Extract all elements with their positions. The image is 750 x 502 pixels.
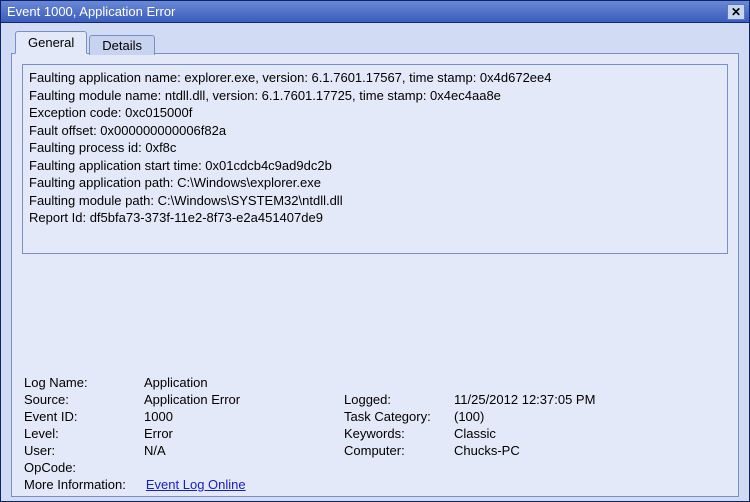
label-more-info: More Information: (24, 477, 126, 492)
opcode-row: OpCode: (24, 460, 728, 475)
more-info-row: More Information: Event Log Online (24, 477, 728, 492)
value-logged: 11/25/2012 12:37:05 PM (454, 392, 654, 407)
label-computer: Computer: (344, 443, 454, 458)
client-area: General Details Faulting application nam… (1, 23, 749, 501)
tab-general[interactable]: General (15, 31, 87, 54)
label-log-name: Log Name: (24, 375, 144, 390)
label-source: Source: (24, 392, 144, 407)
value-user: N/A (144, 443, 344, 458)
event-log-online-link[interactable]: Event Log Online (146, 477, 246, 492)
value-level: Error (144, 426, 344, 441)
value-log-name: Application (144, 375, 344, 390)
value-source: Application Error (144, 392, 344, 407)
window-title: Event 1000, Application Error (7, 4, 175, 19)
property-grid: Log Name: Application Source: Applicatio… (24, 375, 728, 458)
close-icon: ✕ (731, 6, 741, 18)
event-properties-window: Event 1000, Application Error ✕ General … (0, 0, 750, 502)
value-event-id: 1000 (144, 409, 344, 424)
close-button[interactable]: ✕ (727, 4, 745, 20)
value-computer: Chucks-PC (454, 443, 654, 458)
tabstrip: General Details (15, 29, 739, 53)
label-level: Level: (24, 426, 144, 441)
event-description-box[interactable]: Faulting application name: explorer.exe,… (22, 64, 728, 254)
value-task-category: (100) (454, 409, 654, 424)
tab-details[interactable]: Details (89, 35, 155, 55)
tab-details-label: Details (102, 38, 142, 53)
tab-general-label: General (28, 35, 74, 50)
event-description-text: Faulting application name: explorer.exe,… (29, 70, 552, 225)
tabpage-general: Faulting application name: explorer.exe,… (11, 53, 739, 497)
titlebar: Event 1000, Application Error ✕ (1, 1, 749, 23)
value-keywords: Classic (454, 426, 654, 441)
label-user: User: (24, 443, 144, 458)
label-opcode: OpCode: (24, 460, 76, 475)
label-event-id: Event ID: (24, 409, 144, 424)
label-logged: Logged: (344, 392, 454, 407)
label-keywords: Keywords: (344, 426, 454, 441)
label-task-category: Task Category: (344, 409, 454, 424)
